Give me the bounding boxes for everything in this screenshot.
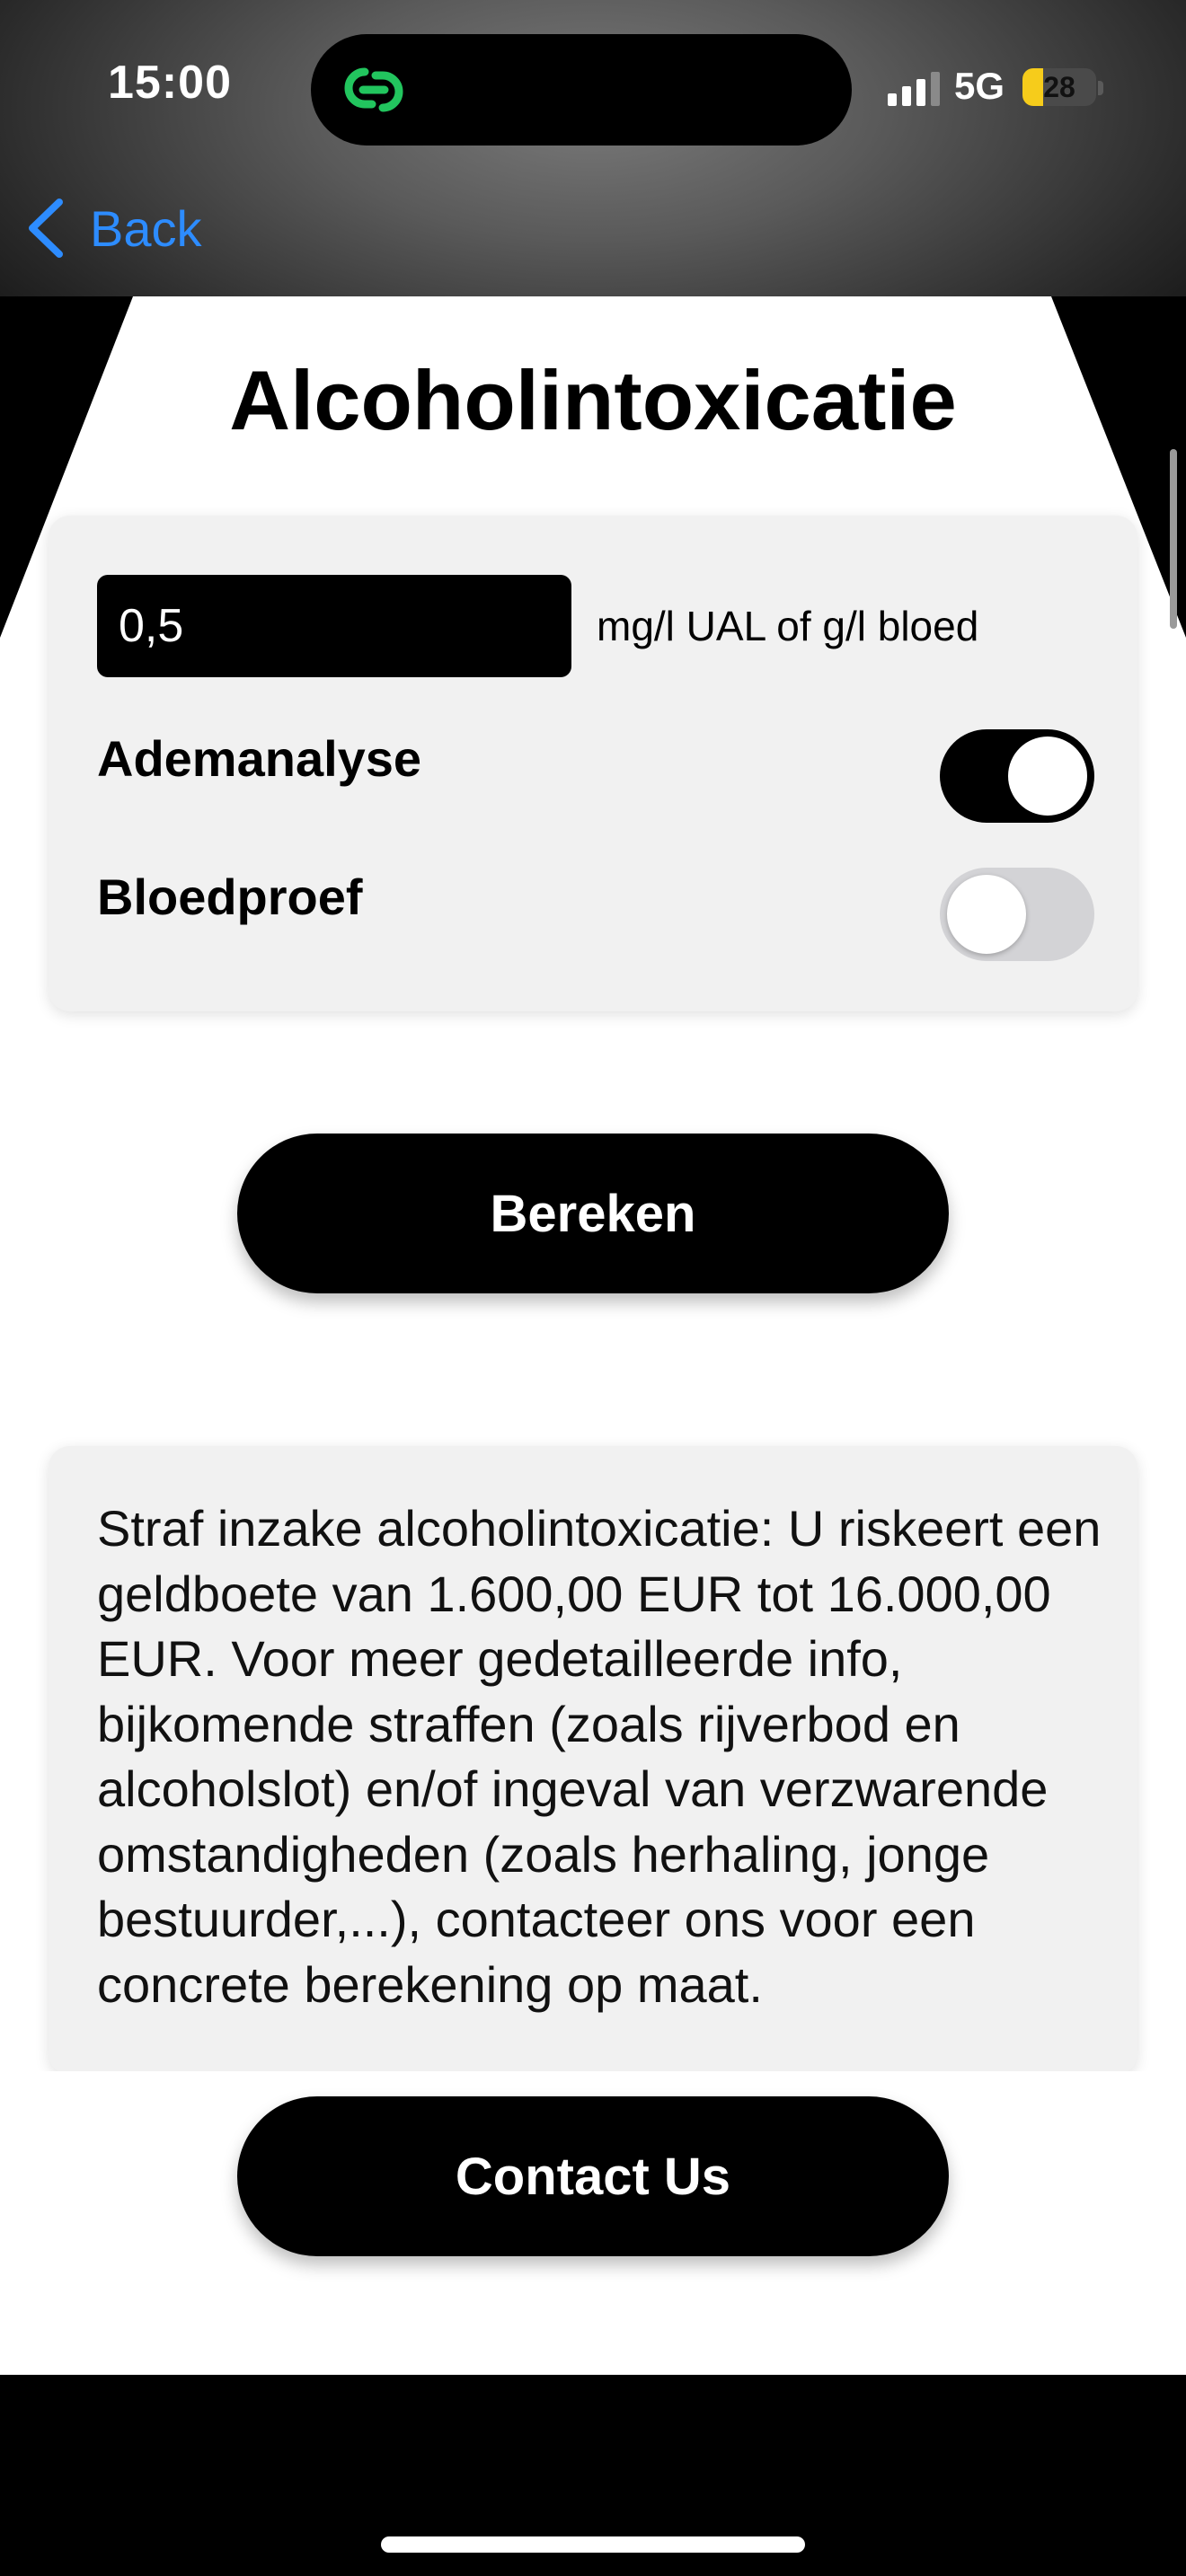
bloedproef-label: Bloedproef <box>97 869 363 925</box>
battery-icon: 28 <box>1022 68 1096 106</box>
unit-label: mg/l UAL of g/l bloed <box>597 603 979 649</box>
back-button[interactable]: Back <box>25 192 202 264</box>
chevron-left-icon <box>29 198 63 258</box>
page-title: Alcoholintoxicatie <box>229 353 957 447</box>
toggle-knob <box>1008 737 1087 816</box>
dynamic-island <box>311 34 852 146</box>
battery-cap <box>1098 81 1103 95</box>
scrollbar[interactable] <box>1170 449 1177 629</box>
alcohol-value-input[interactable] <box>97 575 571 677</box>
result-text: Straf inzake alcoholintoxicatie: U riske… <box>97 1500 1102 2013</box>
status-time: 15:00 <box>108 57 232 109</box>
home-indicator[interactable] <box>381 2536 805 2553</box>
network-type: 5G <box>954 65 1005 107</box>
ademanalyse-toggle[interactable] <box>940 729 1094 823</box>
contact-us-button[interactable]: Contact Us <box>237 2096 949 2256</box>
toggle-knob <box>947 875 1026 954</box>
top-bar: 15:00 5G 28 Back <box>0 0 1186 296</box>
link-chain-icon <box>344 67 403 112</box>
battery-level: 28 <box>1043 71 1075 103</box>
ademanalyse-label: Ademanalyse <box>97 730 422 787</box>
calculate-button[interactable]: Bereken <box>237 1134 949 1293</box>
back-label: Back <box>90 199 202 257</box>
result-card: Straf inzake alcoholintoxicatie: U riske… <box>49 1446 1137 2075</box>
bloedproef-toggle[interactable] <box>940 868 1094 961</box>
input-card: mg/l UAL of g/l bloed Ademanalyse Bloedp… <box>49 516 1137 1011</box>
cellular-signal-icon <box>888 72 940 106</box>
